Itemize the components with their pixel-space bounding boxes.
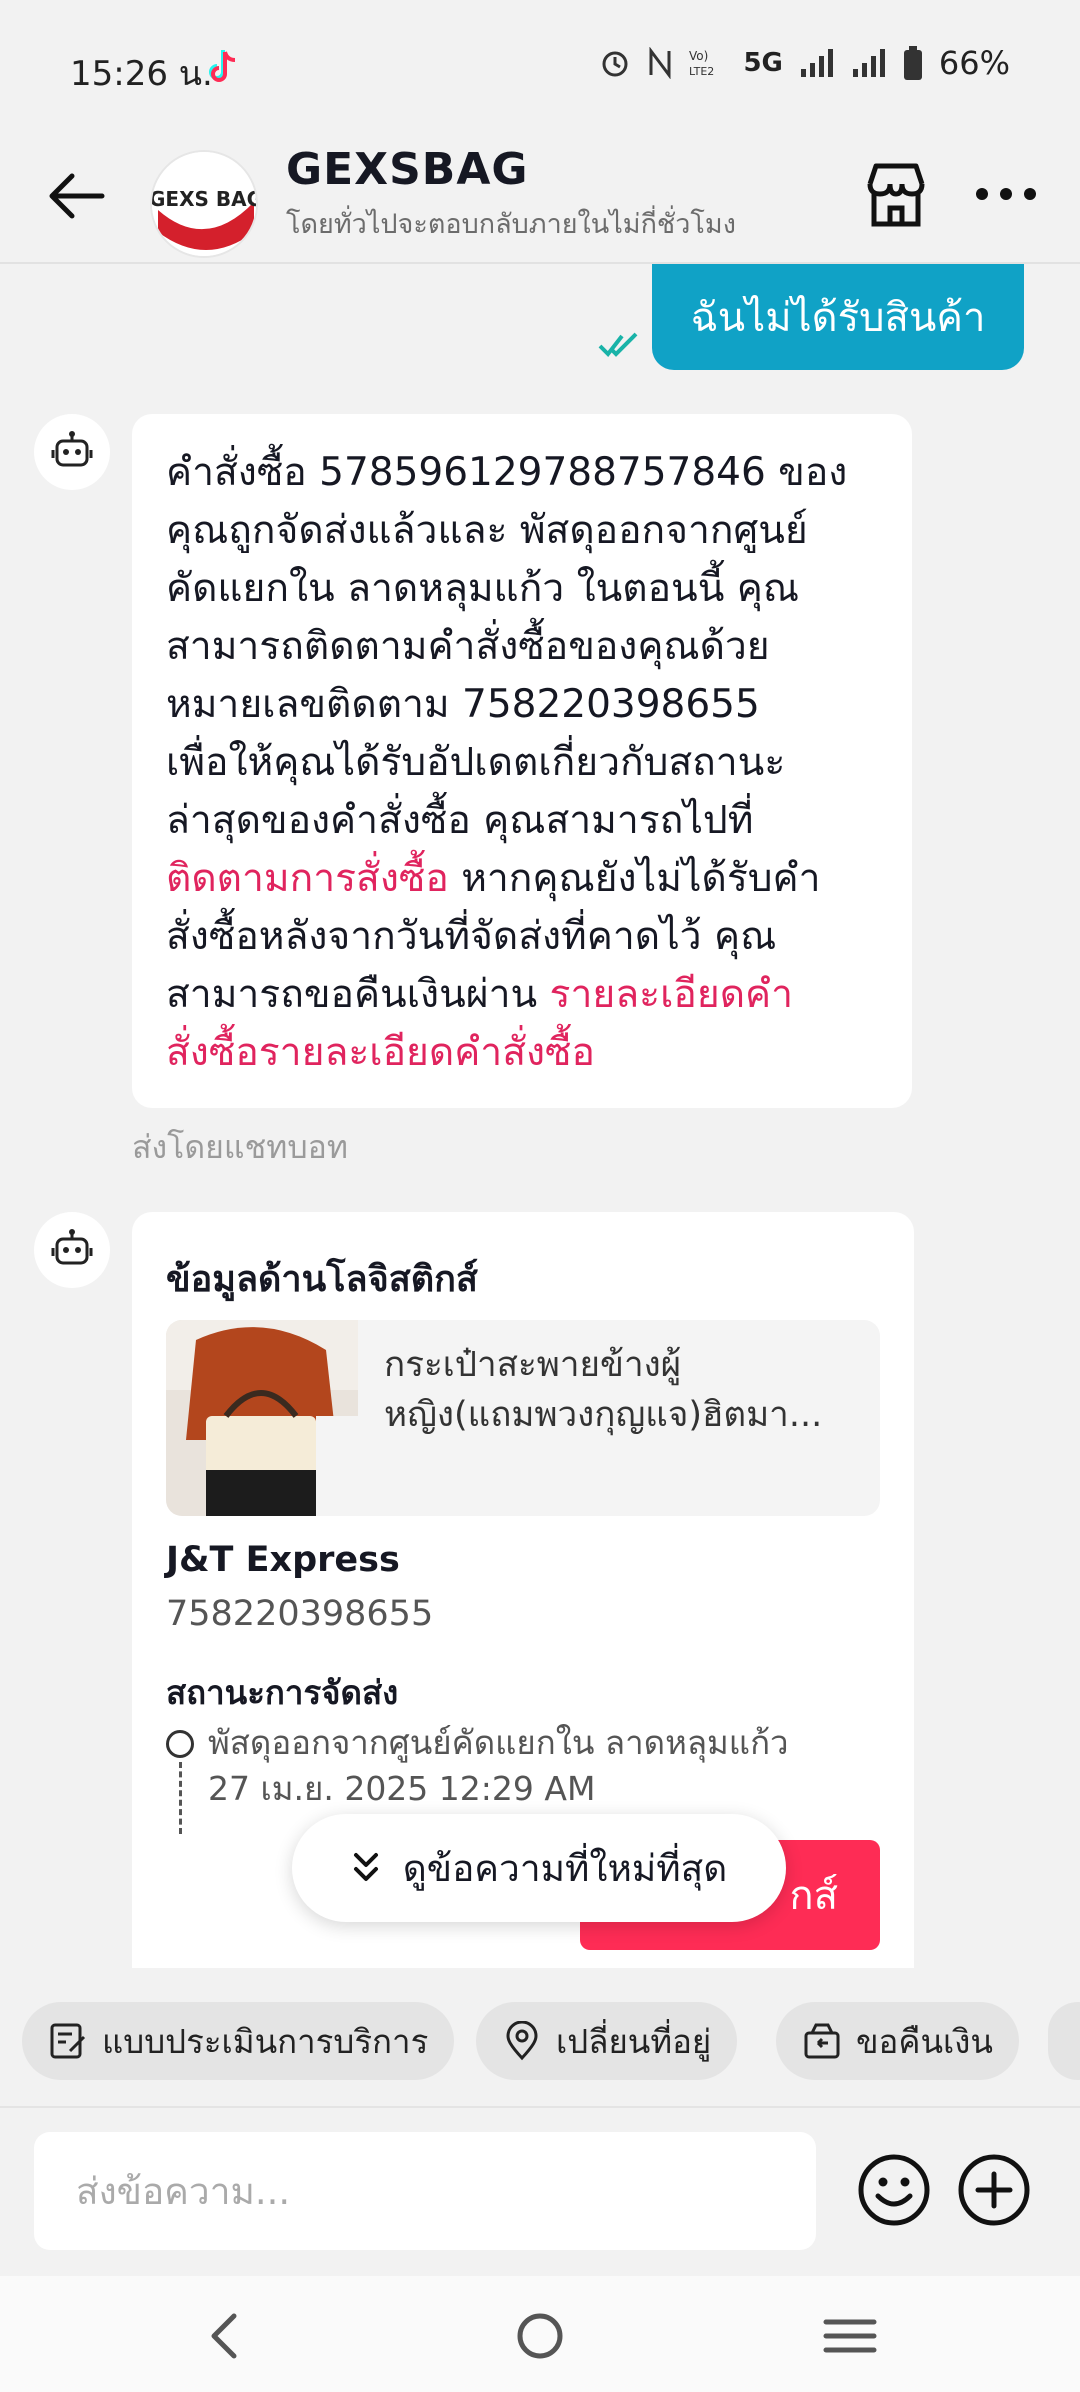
robot-icon	[51, 1229, 93, 1265]
status-icons: Vo) LTE2 5G 66%	[599, 44, 1010, 82]
chatbot-message-bubble: คำสั่งซื้อ 578596129788757846 ของ คุณถูก…	[132, 414, 912, 1108]
battery-level: 66%	[938, 44, 1010, 82]
emoji-icon[interactable]	[856, 2152, 932, 2228]
chatbot-avatar	[34, 414, 110, 490]
shipping-status-title: สถานะการจัดส่ง	[166, 1673, 399, 1712]
add-attachment-icon[interactable]	[956, 2152, 1032, 2228]
svg-text:LTE2: LTE2	[689, 65, 714, 78]
survey-icon	[50, 2023, 86, 2059]
signal-icon	[852, 49, 885, 77]
robot-icon	[51, 431, 93, 467]
read-check-icon	[598, 332, 638, 358]
quick-action-change-address[interactable]: เปลี่ยนที่อยู่	[476, 2002, 738, 2080]
store-icon[interactable]	[856, 154, 936, 234]
status-bar: 15:26 น. Vo) LTE2 5G 66%	[0, 0, 1080, 130]
quick-action-survey[interactable]: แบบประเมินการบริการ	[22, 2002, 455, 2080]
timeline-dot	[166, 1730, 194, 1758]
scroll-to-latest-label: ดูข้อความที่ใหม่ที่สุด	[402, 1846, 728, 1890]
order-details-link[interactable]: รายละเอียดคำ	[550, 972, 793, 1017]
chat-header: GEXS BAG GEXSBAG โดยทั่วไปจะตอบกลับภายใน…	[0, 130, 1080, 264]
shop-name[interactable]: GEXSBAG	[286, 144, 529, 195]
signal-icon	[800, 49, 833, 77]
order-details-link[interactable]: สั่งซื้อรายละเอียดคำสั่งซื้อ	[166, 1024, 896, 1082]
sent-by-chatbot-label: ส่งโดยแชทบอท	[132, 1128, 348, 1166]
scroll-to-latest-button[interactable]: ดูข้อความที่ใหม่ที่สุด	[292, 1814, 786, 1922]
shipping-event-time: 27 เม.ย. 2025 12:29 AM	[208, 1769, 596, 1808]
logo-text: GEXS BAG	[152, 187, 258, 211]
tiktok-notification-icon	[209, 50, 236, 82]
nfc-icon	[649, 47, 671, 79]
user-message-bubble[interactable]: ฉันไม่ได้รับสินค้า	[652, 264, 1024, 370]
nav-recents-icon[interactable]	[810, 2296, 890, 2376]
more-options-icon[interactable]	[966, 154, 1046, 234]
product-image	[166, 1320, 358, 1516]
shipping-event: พัสดุออกจากศูนย์คัดแยกใน ลาดหลุมแก้ว 27 …	[208, 1720, 789, 1812]
svg-text:Vo): Vo)	[689, 49, 708, 63]
timeline-line	[179, 1762, 182, 1834]
refund-icon	[804, 2023, 840, 2059]
chatbot-message-text: คำสั่งซื้อ 578596129788757846 ของ คุณถูก…	[166, 444, 896, 1082]
nav-home-icon[interactable]	[500, 2296, 580, 2376]
quick-action-more[interactable]	[1048, 2002, 1080, 2080]
alarm-icon	[602, 51, 628, 77]
product-name: กระเป๋าสะพายข้างผู้ หญิง(แถมพวงกุญแจ)ฮิต…	[384, 1345, 823, 1435]
network-type: 5G	[743, 48, 783, 78]
logistics-title: ข้อมูลด้านโลจิสติกส์	[166, 1259, 478, 1300]
message-input[interactable]	[34, 2132, 816, 2250]
location-pin-icon	[506, 2021, 538, 2061]
quick-action-refund[interactable]: ขอคืนเงิน	[776, 2002, 1019, 2080]
quick-actions-bar: แบบประเมินการบริการ เปลี่ยนที่อยู่ ขอคืน…	[0, 1978, 1080, 2106]
status-time: 15:26 น.	[70, 54, 213, 94]
track-order-link[interactable]: ติดตามการสั่งซื้อ	[166, 856, 449, 901]
message-composer	[0, 2106, 1080, 2276]
nav-back-icon[interactable]	[186, 2296, 266, 2376]
shipping-event-description: พัสดุออกจากศูนย์คัดแยกใน ลาดหลุมแก้ว	[208, 1723, 789, 1762]
double-chevron-down-icon	[353, 1853, 378, 1881]
battery-icon	[903, 46, 922, 80]
product-item[interactable]: กระเป๋าสะพายข้างผู้ หญิง(แถมพวงกุญแจ)ฮิต…	[166, 1320, 880, 1516]
volte-icon: Vo) LTE2	[689, 49, 714, 78]
response-time-subtitle: โดยทั่วไปจะตอบกลับภายในไม่กี่ชั่วโมง	[286, 209, 736, 240]
user-message-text: ฉันไม่ได้รับสินค้า	[690, 295, 986, 341]
chatbot-avatar	[34, 1212, 110, 1288]
system-navigation-bar	[0, 2276, 1080, 2392]
shop-logo[interactable]: GEXS BAG	[150, 150, 258, 258]
back-arrow-icon[interactable]	[40, 156, 120, 236]
shop-logo-image: GEXS BAG	[152, 152, 258, 256]
courier-name: J&T Express	[166, 1540, 400, 1580]
tracking-number[interactable]: 758220398655	[166, 1594, 433, 1634]
